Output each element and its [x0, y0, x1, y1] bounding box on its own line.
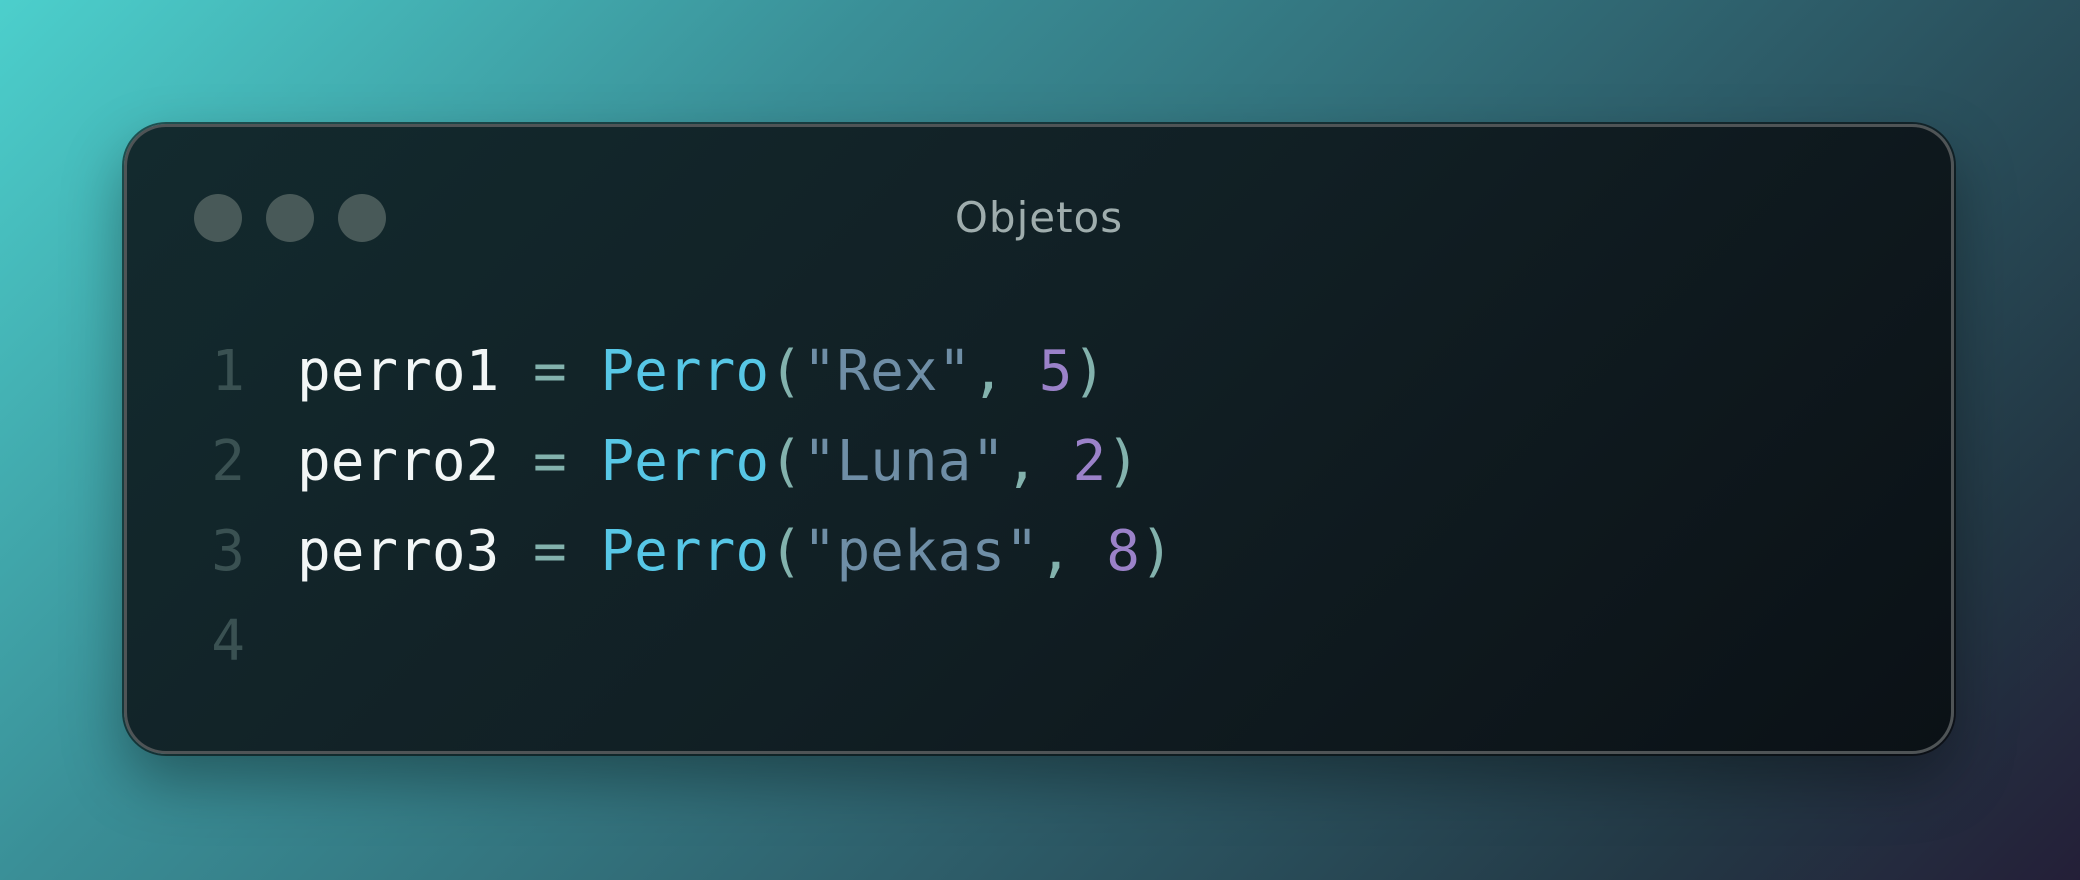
token-string: "pekas": [802, 519, 1039, 584]
token-string: "Rex": [802, 339, 972, 404]
token-class: Perro: [600, 339, 770, 404]
line-number: 3: [211, 519, 245, 584]
token-paren-close: ): [1106, 429, 1140, 494]
line-number: 2: [211, 429, 245, 494]
token-class: Perro: [600, 429, 770, 494]
token-string: "Luna": [802, 429, 1006, 494]
token-number: 2: [1072, 429, 1107, 494]
token-paren-open: (: [769, 519, 803, 584]
code-editor[interactable]: 1 perro1 = Perro("Rex", 5) 2 perro2 = Perr…: [195, 327, 1174, 687]
token-comma: ,: [971, 339, 1039, 404]
token-paren-close: ): [1139, 519, 1174, 584]
line-number: 4: [211, 609, 245, 674]
token-number: 8: [1106, 519, 1140, 584]
token-variable: perro2: [297, 429, 500, 494]
token-operator: =: [499, 339, 601, 404]
token-operator: =: [499, 519, 601, 584]
window-title: Objetos: [954, 193, 1124, 242]
token-paren-close: ): [1072, 339, 1107, 404]
line-number: 1: [211, 339, 245, 404]
token-paren-open: (: [769, 339, 803, 404]
token-operator: =: [499, 429, 601, 494]
token-comma: ,: [1038, 519, 1107, 584]
token-variable: perro1: [297, 339, 500, 404]
token-paren-open: (: [769, 429, 803, 494]
token-comma: ,: [1005, 429, 1073, 494]
code-line: 3 perro3 = Perro("pekas", 8): [195, 507, 1174, 597]
code-line: 1 perro1 = Perro("Rex", 5): [195, 327, 1174, 417]
token-number: 5: [1038, 339, 1073, 404]
code-line: 2 perro2 = Perro("Luna", 2): [195, 417, 1174, 507]
token-variable: perro3: [297, 519, 500, 584]
token-class: Perro: [600, 519, 770, 584]
code-window: Objetos 1 perro1 = Perro("Rex", 5) 2 perro…: [124, 124, 1954, 754]
code-line: 4: [195, 597, 1174, 687]
